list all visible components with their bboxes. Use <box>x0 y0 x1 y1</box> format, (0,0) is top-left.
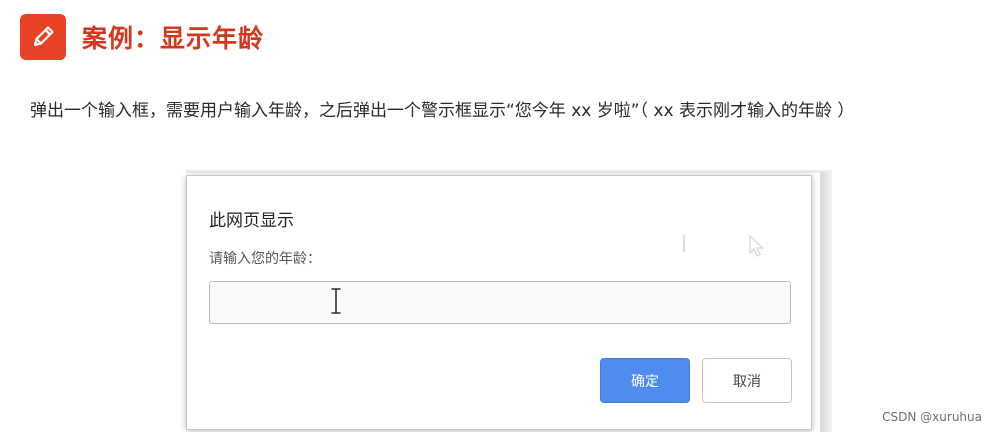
cancel-button[interactable]: 取消 <box>702 358 792 403</box>
pencil-icon <box>20 14 66 60</box>
watermark: CSDN @xuruhua <box>882 410 982 424</box>
ghost-pointer-icon <box>749 234 765 257</box>
browser-scrollbar <box>820 172 832 432</box>
case-title: 案例：显示年龄 <box>82 24 265 53</box>
ok-button[interactable]: 确定 <box>600 358 690 403</box>
instruction-text: 弹出一个输入框，需要用户输入年龄，之后弹出一个警示框显示“您今年 xx 岁啦”（… <box>30 101 855 121</box>
page: 案例：显示年龄 弹出一个输入框，需要用户输入年龄，之后弹出一个警示框显示“您今年… <box>0 0 996 432</box>
ghost-cursor-artifact: | <box>681 232 688 253</box>
age-input[interactable] <box>209 281 791 324</box>
dialog-prompt-label: 请输入您的年龄： <box>209 251 321 267</box>
prompt-dialog: 此网页显示 请输入您的年龄： | 确定 取消 <box>186 175 812 430</box>
case-header: 案例：显示年龄 <box>20 14 264 60</box>
dialog-title: 此网页显示 <box>209 211 294 231</box>
browser-frame-edge <box>186 170 832 173</box>
text-cursor-icon <box>331 288 341 314</box>
